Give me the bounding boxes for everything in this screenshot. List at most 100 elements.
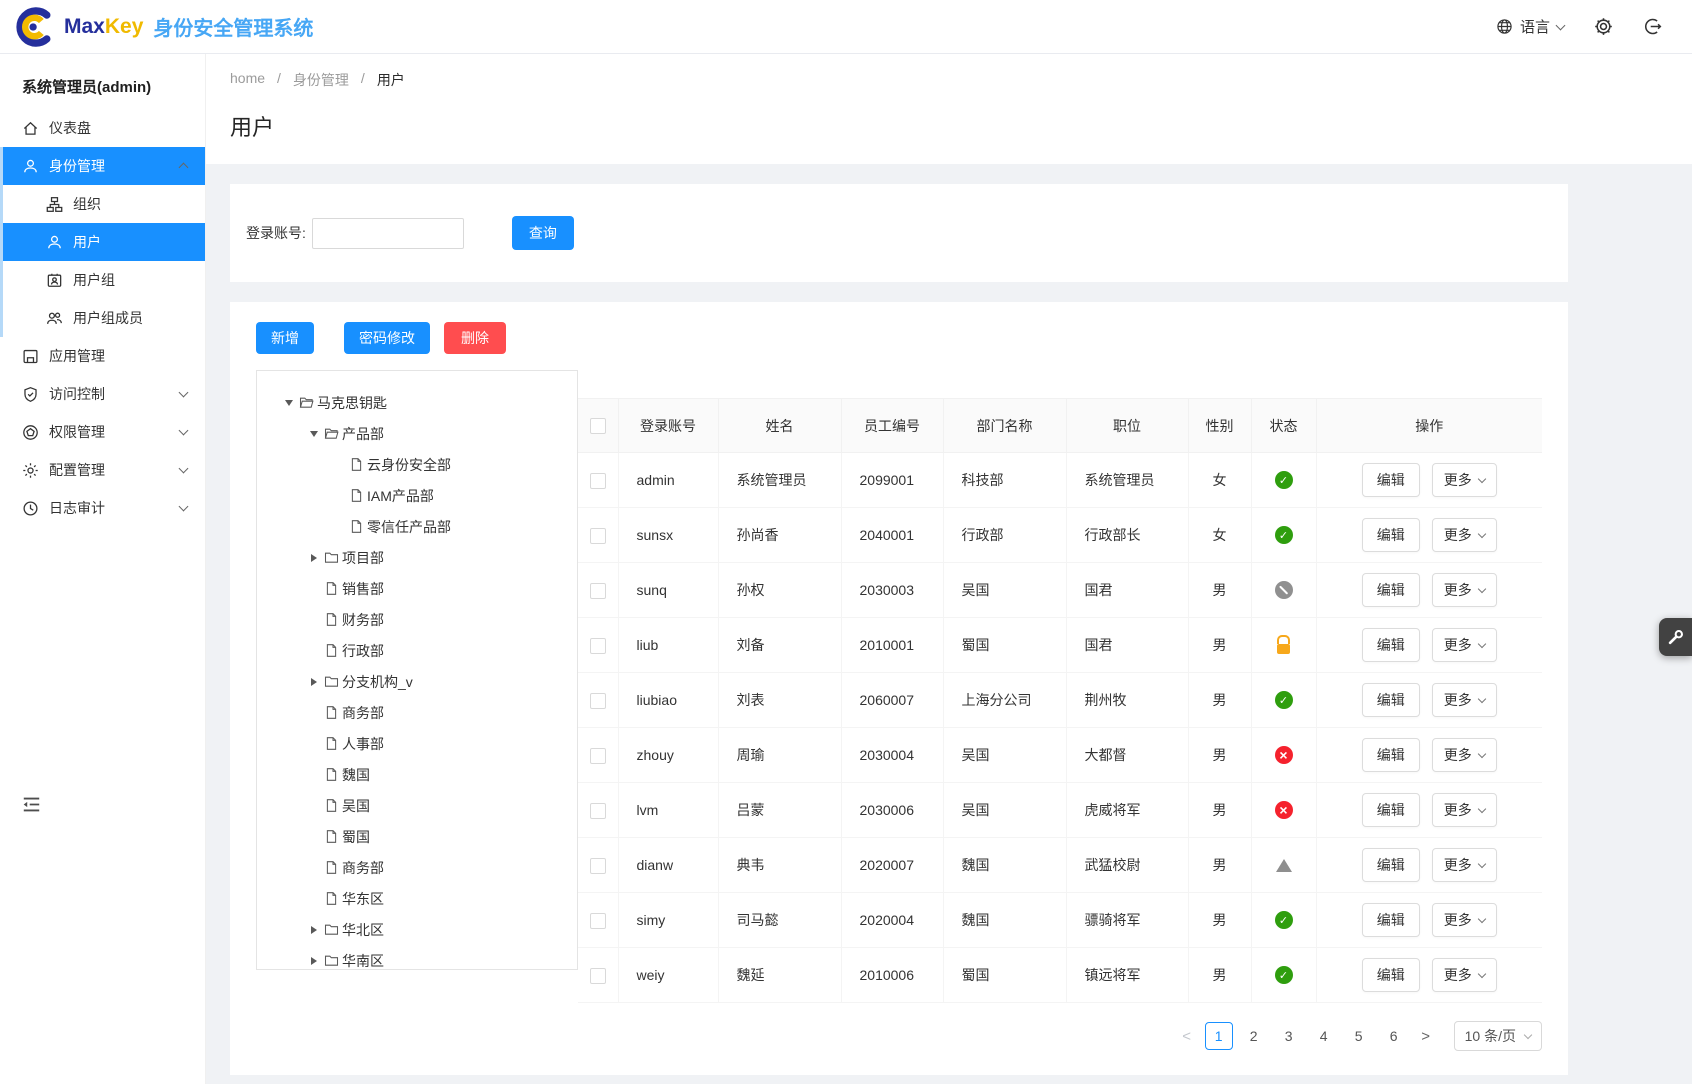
- next-page-button[interactable]: >: [1415, 1028, 1437, 1045]
- more-label: 更多: [1444, 855, 1472, 875]
- page-button-4[interactable]: 4: [1310, 1022, 1338, 1050]
- query-button[interactable]: 查询: [512, 216, 574, 250]
- tree-node[interactable]: 商务部: [257, 852, 577, 883]
- more-button[interactable]: 更多: [1432, 518, 1497, 552]
- logout-button[interactable]: [1643, 17, 1662, 36]
- delete-button[interactable]: 删除: [444, 322, 506, 354]
- edit-button[interactable]: 编辑: [1362, 683, 1420, 717]
- table-row: sunq 孙权 2030003 吴国 国君 男 编辑更多: [578, 563, 1542, 618]
- collapse-sidebar-button[interactable]: [22, 796, 41, 816]
- page-button-1[interactable]: 1: [1205, 1022, 1233, 1050]
- sidebar-item-identity[interactable]: 身份管理: [0, 147, 205, 185]
- tree-node[interactable]: 吴国: [257, 790, 577, 821]
- sidebar-item-audit-logs[interactable]: 日志审计: [0, 489, 205, 527]
- table-row: zhouy 周瑜 2030004 吴国 大都督 男 编辑更多: [578, 728, 1542, 783]
- caret-right-icon: [311, 678, 317, 686]
- sidebar-item-applications[interactable]: 应用管理: [0, 337, 205, 375]
- edit-button[interactable]: 编辑: [1362, 848, 1420, 882]
- tree-node[interactable]: 华东区: [257, 883, 577, 914]
- tree-node[interactable]: 华南区: [257, 945, 577, 970]
- tree-node[interactable]: 蜀国: [257, 821, 577, 852]
- cell-account: sunsx: [618, 508, 718, 563]
- tree-node[interactable]: 商务部: [257, 697, 577, 728]
- sidebar-item-dashboard[interactable]: 仪表盘: [0, 109, 205, 147]
- prev-page-button[interactable]: <: [1176, 1028, 1198, 1045]
- maxkey-logo-icon: [12, 5, 64, 49]
- row-checkbox[interactable]: [590, 748, 606, 764]
- breadcrumb-identity[interactable]: 身份管理: [293, 70, 349, 90]
- tree-node[interactable]: 分支机构_v: [257, 666, 577, 697]
- more-button[interactable]: 更多: [1432, 683, 1497, 717]
- row-checkbox[interactable]: [590, 803, 606, 819]
- tree-node[interactable]: 人事部: [257, 728, 577, 759]
- sidebar-item-organization[interactable]: 组织: [0, 185, 205, 223]
- sidebar-item-user-groups[interactable]: 用户组: [0, 261, 205, 299]
- settings-button[interactable]: [1594, 17, 1613, 36]
- more-button[interactable]: 更多: [1432, 628, 1497, 662]
- sidebar-item-group-members[interactable]: 用户组成员: [0, 299, 205, 337]
- edit-button[interactable]: 编辑: [1362, 573, 1420, 607]
- change-password-button[interactable]: 密码修改: [344, 322, 430, 354]
- sidebar-item-permissions[interactable]: 权限管理: [0, 413, 205, 451]
- more-button[interactable]: 更多: [1432, 573, 1497, 607]
- folder-icon: [324, 674, 339, 689]
- page-size-select[interactable]: 10 条/页: [1454, 1021, 1542, 1051]
- page-button-5[interactable]: 5: [1345, 1022, 1373, 1050]
- page-button-3[interactable]: 3: [1275, 1022, 1303, 1050]
- edit-button[interactable]: 编辑: [1362, 628, 1420, 662]
- chevron-down-icon: [179, 388, 189, 398]
- edit-button[interactable]: 编辑: [1362, 738, 1420, 772]
- login-account-input[interactable]: [312, 218, 464, 249]
- page-button-6[interactable]: 6: [1380, 1022, 1408, 1050]
- row-checkbox[interactable]: [590, 693, 606, 709]
- tree-node[interactable]: 马克思钥匙: [257, 387, 577, 418]
- more-button[interactable]: 更多: [1432, 793, 1497, 827]
- select-all-checkbox[interactable]: [590, 418, 606, 434]
- tree-node[interactable]: 华北区: [257, 914, 577, 945]
- tree-node[interactable]: 云身份安全部: [257, 449, 577, 480]
- edit-button[interactable]: 编辑: [1362, 463, 1420, 497]
- row-checkbox[interactable]: [590, 913, 606, 929]
- cell-gender: 女: [1188, 453, 1251, 508]
- row-checkbox[interactable]: [590, 473, 606, 489]
- chevron-down-icon: [1478, 970, 1486, 978]
- table-row: weiy 魏延 2010006 蜀国 镇远将军 男 编辑更多: [578, 948, 1542, 1003]
- edit-button[interactable]: 编辑: [1362, 903, 1420, 937]
- language-switcher[interactable]: 语言: [1496, 16, 1564, 37]
- tree-node-label: 财务部: [342, 610, 384, 630]
- tree-node[interactable]: 项目部: [257, 542, 577, 573]
- cell-name: 周瑜: [718, 728, 841, 783]
- floating-tool-button[interactable]: [1659, 618, 1692, 656]
- page-button-2[interactable]: 2: [1240, 1022, 1268, 1050]
- row-checkbox[interactable]: [590, 528, 606, 544]
- edit-button[interactable]: 编辑: [1362, 793, 1420, 827]
- tree-node[interactable]: 财务部: [257, 604, 577, 635]
- edit-button[interactable]: 编辑: [1362, 518, 1420, 552]
- cell-position: 系统管理员: [1066, 453, 1188, 508]
- tree-node[interactable]: 产品部: [257, 418, 577, 449]
- add-button[interactable]: 新增: [256, 322, 314, 354]
- edit-button[interactable]: 编辑: [1362, 958, 1420, 992]
- cell-department: 行政部: [943, 508, 1066, 563]
- tree-node[interactable]: 魏国: [257, 759, 577, 790]
- brand-key: Key: [105, 15, 144, 39]
- sidebar-item-users[interactable]: 用户: [0, 223, 205, 261]
- breadcrumb-home[interactable]: home: [230, 70, 265, 90]
- more-button[interactable]: 更多: [1432, 463, 1497, 497]
- more-button[interactable]: 更多: [1432, 903, 1497, 937]
- row-checkbox[interactable]: [590, 638, 606, 654]
- sidebar-item-access-control[interactable]: 访问控制: [0, 375, 205, 413]
- chevron-down-icon: [1478, 750, 1486, 758]
- tree-node[interactable]: 销售部: [257, 573, 577, 604]
- row-checkbox[interactable]: [590, 583, 606, 599]
- tree-node[interactable]: 零信任产品部: [257, 511, 577, 542]
- more-button[interactable]: 更多: [1432, 738, 1497, 772]
- row-checkbox[interactable]: [590, 968, 606, 984]
- tree-node[interactable]: IAM产品部: [257, 480, 577, 511]
- row-checkbox[interactable]: [590, 858, 606, 874]
- more-button[interactable]: 更多: [1432, 848, 1497, 882]
- sidebar-item-configuration[interactable]: 配置管理: [0, 451, 205, 489]
- toolbar: 新增 密码修改 删除: [256, 322, 1542, 354]
- more-button[interactable]: 更多: [1432, 958, 1497, 992]
- tree-node[interactable]: 行政部: [257, 635, 577, 666]
